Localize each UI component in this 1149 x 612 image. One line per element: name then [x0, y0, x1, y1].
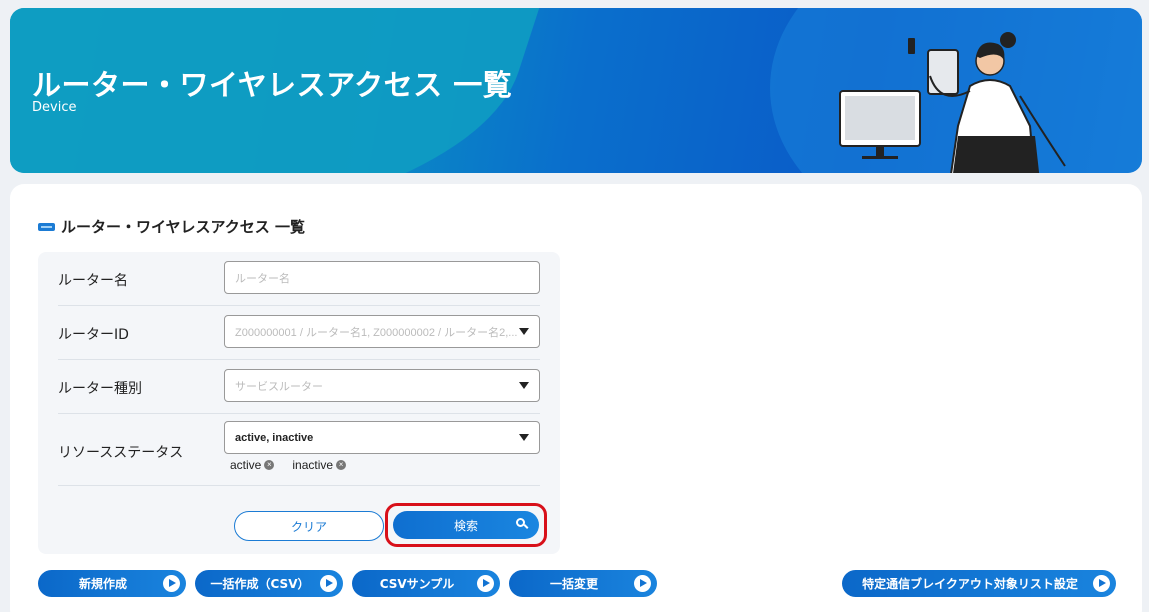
bulk-change-button[interactable]: 一括変更	[509, 570, 657, 597]
play-circle-icon	[320, 575, 337, 592]
search-form: ルーター名 ルーター名 ルーターID Z000000001 / ルーター名1, …	[38, 252, 560, 554]
page-title: ルーター・ワイヤレスアクセス 一覧	[32, 68, 513, 102]
router-id-select[interactable]: Z000000001 / ルーター名1, Z000000002 / ルーター名2…	[224, 315, 540, 348]
main-card: ルーター・ワイヤレスアクセス 一覧 ルーター名 ルーター名 ルーターID Z00…	[10, 184, 1142, 612]
form-row-router-name: ルーター名 ルーター名	[58, 252, 540, 306]
new-button[interactable]: 新規作成	[38, 570, 186, 597]
search-button-highlight: 検索	[385, 503, 547, 547]
csv-sample-button[interactable]: CSVサンプル	[352, 570, 500, 597]
router-name-placeholder: ルーター名	[235, 272, 290, 285]
router-icon	[38, 222, 55, 231]
resource-status-value: active, inactive	[235, 431, 314, 444]
play-circle-icon	[163, 575, 180, 592]
status-chip-inactive: inactive ×	[292, 458, 347, 472]
resource-status-select[interactable]: active, inactive	[224, 421, 540, 454]
router-type-placeholder: サービスルーター	[235, 380, 323, 393]
chevron-down-icon	[519, 328, 529, 335]
play-circle-icon	[1093, 575, 1110, 592]
chip-label: inactive	[292, 458, 334, 472]
bulk-create-label: 一括作成（CSV）	[210, 577, 310, 591]
status-chip-active: active ×	[230, 458, 275, 472]
chip-label: active	[230, 458, 262, 472]
bulk-create-csv-button[interactable]: 一括作成（CSV）	[195, 570, 343, 597]
page-banner: ルーター・ワイヤレスアクセス 一覧 Device	[10, 8, 1142, 173]
form-row-resource-status: リソースステータス active, inactive active × inac…	[58, 414, 540, 486]
remove-chip-icon[interactable]: ×	[336, 460, 347, 470]
clear-button[interactable]: クリア	[234, 511, 384, 541]
section-header: ルーター・ワイヤレスアクセス 一覧	[38, 216, 305, 237]
chevron-down-icon	[519, 434, 529, 441]
person-with-devices-illustration	[839, 32, 1066, 173]
breakout-list-settings-button[interactable]: 特定通信ブレイクアウト対象リスト設定	[842, 570, 1116, 597]
play-circle-icon	[634, 575, 651, 592]
router-id-placeholder: Z000000001 / ルーター名1, Z000000002 / ルーター名2…	[235, 326, 518, 339]
search-button-label: 検索	[453, 518, 478, 533]
router-name-label: ルーター名	[58, 273, 128, 289]
play-circle-icon	[477, 575, 494, 592]
csv-sample-label: CSVサンプル	[379, 577, 455, 591]
router-type-select[interactable]: サービスルーター	[224, 369, 540, 402]
router-type-label: ルーター種別	[58, 381, 142, 397]
new-button-label: 新規作成	[78, 577, 127, 591]
search-button[interactable]: 検索	[393, 511, 539, 539]
section-title: ルーター・ワイヤレスアクセス 一覧	[61, 218, 306, 236]
form-row-router-type: ルーター種別 サービスルーター	[58, 360, 540, 414]
page-subtitle: Device	[32, 100, 77, 115]
resource-status-chips: active × inactive ×	[230, 458, 347, 472]
chevron-down-icon	[519, 382, 529, 389]
search-icon	[516, 518, 525, 527]
bulk-change-label: 一括変更	[549, 577, 598, 591]
router-id-label: ルーターID	[58, 327, 129, 343]
breakout-label: 特定通信ブレイクアウト対象リスト設定	[862, 577, 1078, 591]
router-name-input[interactable]: ルーター名	[224, 261, 540, 294]
remove-chip-icon[interactable]: ×	[264, 460, 275, 470]
resource-status-label: リソースステータス	[58, 445, 184, 461]
form-row-router-id: ルーターID Z000000001 / ルーター名1, Z000000002 /…	[58, 306, 540, 360]
